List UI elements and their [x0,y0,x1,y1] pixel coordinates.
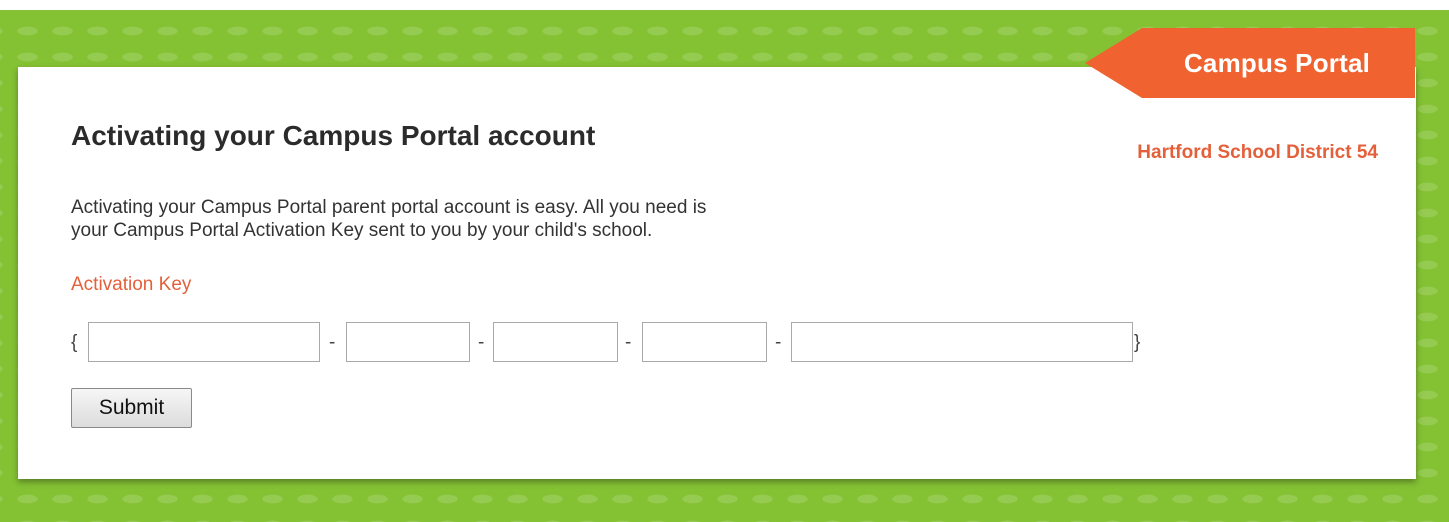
activation-key-label: Activation Key [71,274,192,295]
activation-key-segment-3[interactable] [493,322,618,362]
submit-button[interactable]: Submit [71,388,192,428]
activation-key-segment-4[interactable] [642,322,767,362]
instructions-line-1: Activating your Campus Portal parent por… [71,197,707,218]
instructions-line-2: your Campus Portal Activation Key sent t… [71,220,653,241]
open-brace: { [71,332,78,353]
district-name: Hartford School District 54 [1137,142,1378,163]
page: Campus Portal Activating your Campus Por… [0,0,1449,522]
instructions-text: Activating your Campus Portal parent por… [71,196,971,242]
campus-portal-ribbon: Campus Portal [1085,28,1425,98]
key-separator-1: - [329,332,336,353]
activation-key-row: { - - - - } [71,322,1171,364]
close-brace: } [1134,332,1141,353]
page-title: Activating your Campus Portal account [71,120,596,151]
key-separator-4: - [775,332,782,353]
key-separator-3: - [625,332,632,353]
activation-key-segment-2[interactable] [346,322,470,362]
activation-key-segment-5[interactable] [791,322,1133,362]
activation-key-segment-1[interactable] [88,322,320,362]
key-separator-2: - [478,332,485,353]
ribbon-label: Campus Portal [1183,48,1371,78]
